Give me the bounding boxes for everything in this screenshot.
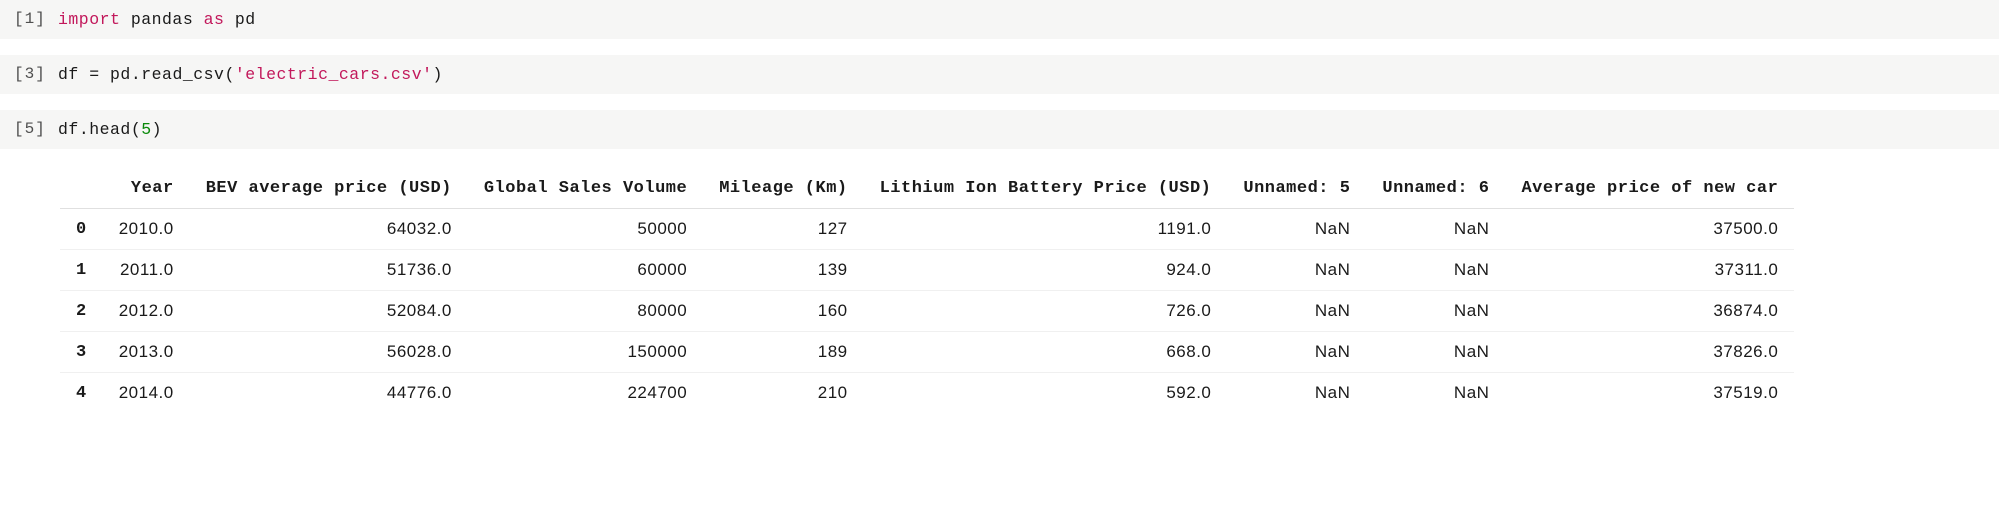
code-token: ): [433, 65, 443, 84]
cell-value: 1191.0: [864, 209, 1228, 250]
cell-value: 189: [703, 332, 863, 373]
code-token: pandas: [131, 10, 204, 29]
cell-value: NaN: [1227, 373, 1366, 414]
cell-value: NaN: [1366, 250, 1505, 291]
code-cell[interactable]: [5] df.head(5): [0, 110, 1999, 149]
cell-value: 668.0: [864, 332, 1228, 373]
code-token: as: [204, 10, 235, 29]
column-header: Lithium Ion Battery Price (USD): [864, 169, 1228, 209]
column-header: Unnamed: 6: [1366, 169, 1505, 209]
row-index: 4: [60, 373, 103, 414]
column-header: Unnamed: 5: [1227, 169, 1366, 209]
column-header: BEV average price (USD): [190, 169, 468, 209]
cell-value: 36874.0: [1505, 291, 1794, 332]
code-token: .: [79, 120, 89, 139]
code-token: =: [89, 65, 110, 84]
code-cell[interactable]: [1] import pandas as pd: [0, 0, 1999, 39]
cell-value: 37311.0: [1505, 250, 1794, 291]
cell-value: 37519.0: [1505, 373, 1794, 414]
dataframe-table: YearBEV average price (USD)Global Sales …: [60, 169, 1794, 413]
cell-value: NaN: [1227, 332, 1366, 373]
cell-value: 2011.0: [103, 250, 190, 291]
cell-value: NaN: [1227, 209, 1366, 250]
cell-prompt: [1]: [8, 10, 58, 28]
cell-value: NaN: [1366, 209, 1505, 250]
code-input[interactable]: import pandas as pd: [58, 10, 256, 29]
code-token: pd: [235, 10, 256, 29]
code-token: 'electric_cars.csv': [235, 65, 433, 84]
cell-value: NaN: [1227, 291, 1366, 332]
cell-value: 2014.0: [103, 373, 190, 414]
cell-value: 726.0: [864, 291, 1228, 332]
code-token: (: [224, 65, 234, 84]
code-token: df: [58, 65, 89, 84]
code-input[interactable]: df.head(5): [58, 120, 162, 139]
cell-prompt: [3]: [8, 65, 58, 83]
code-token: df: [58, 120, 79, 139]
row-index: 0: [60, 209, 103, 250]
cell-value: 127: [703, 209, 863, 250]
cell-value: 160: [703, 291, 863, 332]
cell-value: 37500.0: [1505, 209, 1794, 250]
code-token: pd: [110, 65, 131, 84]
cell-value: 51736.0: [190, 250, 468, 291]
cell-value: 50000: [468, 209, 703, 250]
code-token: head: [89, 120, 131, 139]
cell-value: 44776.0: [190, 373, 468, 414]
table-row: 42014.044776.0224700210592.0NaNNaN37519.…: [60, 373, 1794, 414]
row-index: 2: [60, 291, 103, 332]
cell-value: 139: [703, 250, 863, 291]
notebook: [1] import pandas as pd [3] df = pd.read…: [0, 0, 1999, 421]
code-token: (: [131, 120, 141, 139]
dataframe-output: YearBEV average price (USD)Global Sales …: [60, 165, 1999, 421]
cell-value: 56028.0: [190, 332, 468, 373]
code-token: .: [131, 65, 141, 84]
table-row: 12011.051736.060000139924.0NaNNaN37311.0: [60, 250, 1794, 291]
table-row: 22012.052084.080000160726.0NaNNaN36874.0: [60, 291, 1794, 332]
cell-value: NaN: [1366, 373, 1505, 414]
cell-value: 224700: [468, 373, 703, 414]
code-input[interactable]: df = pd.read_csv('electric_cars.csv'): [58, 65, 443, 84]
cell-value: 60000: [468, 250, 703, 291]
cell-value: 2013.0: [103, 332, 190, 373]
cell-value: 37826.0: [1505, 332, 1794, 373]
cell-value: NaN: [1366, 332, 1505, 373]
row-index: 3: [60, 332, 103, 373]
cell-value: 64032.0: [190, 209, 468, 250]
code-token: read_csv: [141, 65, 224, 84]
cell-value: NaN: [1366, 291, 1505, 332]
table-row: 02010.064032.0500001271191.0NaNNaN37500.…: [60, 209, 1794, 250]
table-row: 32013.056028.0150000189668.0NaNNaN37826.…: [60, 332, 1794, 373]
code-token: import: [58, 10, 131, 29]
row-index: 1: [60, 250, 103, 291]
cell-value: 150000: [468, 332, 703, 373]
cell-value: 80000: [468, 291, 703, 332]
table-header-row: YearBEV average price (USD)Global Sales …: [60, 169, 1794, 209]
column-header: Year: [103, 169, 190, 209]
code-token: 5: [141, 120, 151, 139]
cell-value: NaN: [1227, 250, 1366, 291]
column-header: Mileage (Km): [703, 169, 863, 209]
cell-value: 210: [703, 373, 863, 414]
column-header: Global Sales Volume: [468, 169, 703, 209]
cell-value: 52084.0: [190, 291, 468, 332]
cell-value: 2010.0: [103, 209, 190, 250]
code-token: ): [152, 120, 162, 139]
cell-value: 924.0: [864, 250, 1228, 291]
cell-prompt: [5]: [8, 120, 58, 138]
table-body: 02010.064032.0500001271191.0NaNNaN37500.…: [60, 209, 1794, 414]
cell-output: YearBEV average price (USD)Global Sales …: [0, 165, 1999, 421]
column-header: Average price of new car: [1505, 169, 1794, 209]
cell-value: 592.0: [864, 373, 1228, 414]
index-header: [60, 169, 103, 209]
cell-value: 2012.0: [103, 291, 190, 332]
code-cell[interactable]: [3] df = pd.read_csv('electric_cars.csv'…: [0, 55, 1999, 94]
